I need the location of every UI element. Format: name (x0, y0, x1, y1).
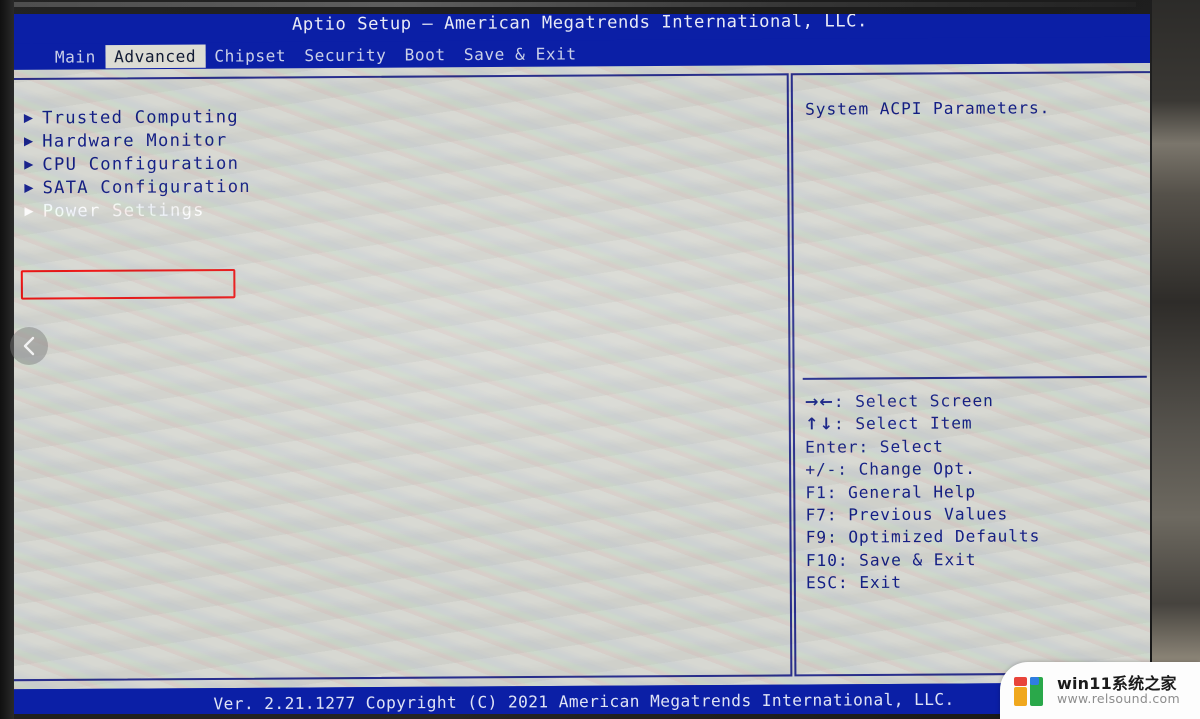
menu-item-label: CPU Configuration (42, 153, 240, 175)
key-legend-label: : Previous Values (826, 504, 1009, 525)
annotation-highlight-box (20, 268, 236, 300)
bezel-left-edge (0, 0, 14, 719)
bios-screen: Aptio Setup – American Megatrends Intern… (14, 14, 1150, 714)
watermark: win11系统之家 www.relsound.com (1000, 662, 1200, 719)
watermark-url: www.relsound.com (1057, 691, 1180, 707)
key-legend-label: : Exit (837, 572, 902, 593)
key-legend-f1: F1: General Help (805, 480, 1149, 505)
watermark-title: win11系统之家 (1057, 673, 1177, 693)
menu-item-label: SATA Configuration (42, 176, 251, 198)
version-copyright: Ver. 2.21.1277 Copyright (C) 2021 Americ… (213, 689, 955, 714)
page-title: Aptio Setup – American Megatrends Intern… (291, 14, 868, 35)
key-name: F1 (805, 482, 827, 502)
key-name: Enter (805, 437, 859, 457)
key-legend-change-opt: +/-: Change Opt. (805, 457, 1149, 482)
key-legend-label: : Select Item (833, 413, 973, 434)
key-legend-f10: F10: Save & Exit (806, 548, 1150, 573)
menu-item-label: Trusted Computing (42, 106, 239, 128)
key-name: ESC (805, 573, 839, 593)
key-legend-label: : Optimized Defaults (826, 526, 1041, 548)
key-legend-select-item: ↑↓: Select Item (805, 412, 1149, 437)
submenu-arrow-icon: ▶ (24, 178, 34, 197)
tab-advanced[interactable]: Advanced (104, 43, 206, 68)
bezel-highlight (6, 2, 1136, 7)
settings-pane: ▶ Trusted Computing ▶ Hardware Monitor ▶… (14, 73, 793, 682)
arrow-up-down-icon: ↑↓ (804, 414, 835, 434)
tab-main[interactable]: Main (46, 45, 105, 69)
help-description: System ACPI Parameters. (805, 98, 1051, 119)
key-name: F10 (805, 550, 838, 570)
win11-logo-icon (1014, 675, 1048, 707)
key-legend-label: : Change Opt. (837, 458, 976, 480)
tab-save-exit[interactable]: Save & Exit (455, 42, 586, 66)
chevron-left-icon (23, 336, 35, 356)
tab-security[interactable]: Security (295, 43, 395, 67)
key-legend-enter: Enter: Select (805, 434, 1149, 459)
submenu-arrow-icon: ▶ (23, 131, 34, 150)
arrow-left-right-icon: →← (804, 391, 834, 412)
key-legend-f7: F7: Previous Values (806, 502, 1150, 527)
tab-chipset[interactable]: Chipset (205, 43, 295, 67)
menu-item-power-settings[interactable]: ▶ Power Settings (20, 195, 769, 223)
submenu-arrow-icon: ▶ (23, 108, 34, 127)
submenu-arrow-icon: ▶ (24, 154, 34, 174)
menu-item-label: Power Settings (42, 199, 205, 222)
bios-body: ▶ Trusted Computing ▶ Hardware Monitor ▶… (14, 62, 1150, 690)
key-legend-esc: ESC: Exit (806, 570, 1150, 595)
key-legend-label: : Select (858, 436, 944, 457)
key-legend-label: : Save & Exit (837, 549, 977, 570)
submenu-arrow-icon: ▶ (24, 201, 34, 220)
key-name: F7 (805, 505, 827, 525)
help-divider (802, 375, 1147, 380)
key-name: F9 (805, 527, 828, 548)
key-name: +/- (805, 459, 838, 480)
settings-menu-list: ▶ Trusted Computing ▶ Hardware Monitor ▶… (20, 102, 770, 300)
help-pane: System ACPI Parameters. →←: Select Scree… (790, 71, 1150, 677)
menu-item-label: Hardware Monitor (42, 129, 228, 152)
key-legend-label: : General Help (826, 481, 977, 502)
key-legend-select-screen: →←: Select Screen (805, 389, 1149, 414)
key-legend-label: : Select Screen (833, 390, 994, 412)
photo-scene: Aptio Setup – American Megatrends Intern… (0, 0, 1200, 719)
back-button[interactable] (10, 327, 48, 365)
key-legend-f9: F9: Optimized Defaults (806, 525, 1150, 550)
key-legend-list: →←: Select Screen ↑↓: Select Item Enter:… (805, 389, 1150, 595)
tab-boot[interactable]: Boot (395, 42, 454, 66)
